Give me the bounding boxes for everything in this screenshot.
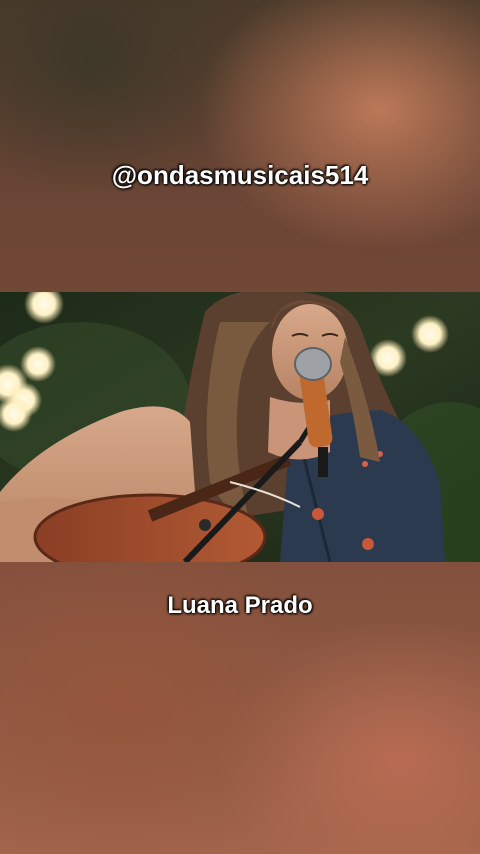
singer-performance-illustration: [0, 292, 480, 562]
artist-name-caption: Luana Prado: [167, 592, 313, 619]
performance-video-frame[interactable]: [0, 292, 480, 562]
channel-handle-caption: @ondasmusicais514: [111, 160, 369, 190]
